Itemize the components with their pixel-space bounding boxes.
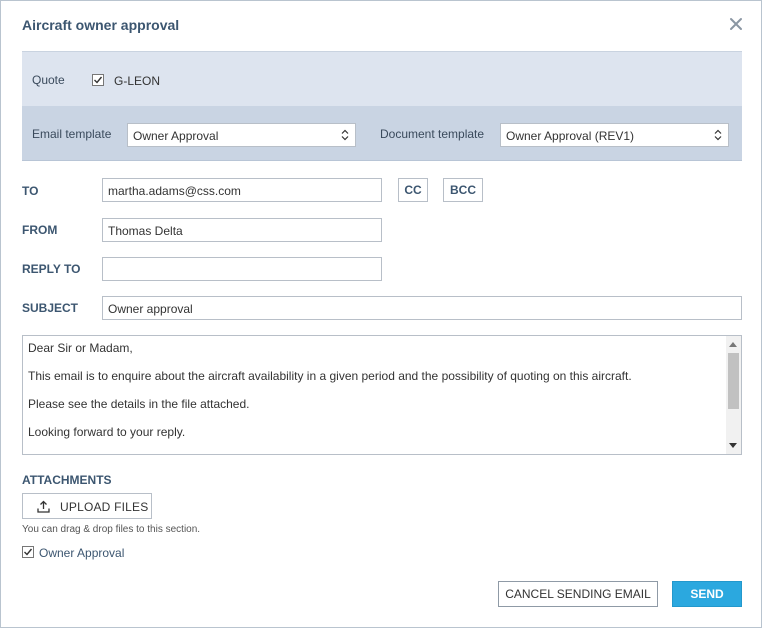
body-line: Looking forward to your reply. — [28, 425, 186, 439]
body-scrollbar[interactable] — [726, 336, 741, 454]
quote-aircraft-checkbox[interactable] — [92, 74, 104, 86]
from-input[interactable]: Thomas Delta — [102, 218, 382, 242]
body-line: Dear Sir or Madam, — [28, 341, 133, 355]
attachments-heading: ATTACHMENTS — [22, 473, 112, 487]
document-template-select[interactable]: Owner Approval (REV1) — [500, 123, 729, 147]
quote-section: Quote G-LEON — [22, 51, 742, 106]
bcc-button[interactable]: BCC — [443, 178, 483, 202]
upload-files-label: UPLOAD FILES — [60, 500, 149, 514]
owner-approval-checkbox[interactable] — [22, 546, 34, 558]
email-template-value: Owner Approval — [133, 129, 219, 143]
cancel-sending-email-button[interactable]: CANCEL SENDING EMAIL — [498, 581, 658, 607]
select-arrows-icon — [341, 129, 349, 141]
send-button[interactable]: SEND — [672, 581, 742, 607]
quote-label: Quote — [32, 73, 65, 87]
scroll-up-arrow-icon[interactable] — [729, 342, 737, 347]
email-template-label: Email template — [32, 127, 112, 141]
close-icon[interactable] — [728, 16, 744, 32]
to-label: TO — [22, 184, 39, 198]
body-line: Please see the details in the file attac… — [28, 397, 250, 411]
reply-to-input[interactable] — [102, 257, 382, 281]
subject-label: SUBJECT — [22, 301, 79, 315]
to-input[interactable]: martha.adams@css.com — [102, 178, 382, 202]
scroll-down-arrow-icon[interactable] — [729, 443, 737, 448]
template-section: Email template Owner Approval Document t… — [22, 106, 742, 161]
attachment-item-label[interactable]: Owner Approval — [39, 546, 124, 560]
upload-files-button[interactable]: UPLOAD FILES — [22, 493, 152, 519]
document-template-value: Owner Approval (REV1) — [506, 129, 635, 143]
from-label: FROM — [22, 223, 58, 237]
body-line: This email is to enquire about the aircr… — [28, 369, 632, 383]
email-template-select[interactable]: Owner Approval — [127, 123, 356, 147]
cc-button[interactable]: CC — [398, 178, 428, 202]
select-arrows-icon — [714, 129, 722, 141]
subject-input[interactable]: Owner approval — [102, 296, 742, 320]
document-template-label: Document template — [380, 127, 485, 141]
aircraft-owner-approval-dialog: Aircraft owner approval Quote G-LEON Ema… — [0, 0, 762, 628]
scroll-thumb[interactable] — [728, 353, 739, 409]
email-body-textarea[interactable]: Dear Sir or Madam, This email is to enqu… — [22, 335, 742, 455]
upload-icon — [37, 500, 50, 513]
dialog-title: Aircraft owner approval — [22, 17, 180, 33]
drag-drop-hint: You can drag & drop files to this sectio… — [22, 524, 201, 535]
reply-to-label: REPLY TO — [22, 262, 81, 276]
quote-aircraft-label: G-LEON — [114, 74, 161, 88]
